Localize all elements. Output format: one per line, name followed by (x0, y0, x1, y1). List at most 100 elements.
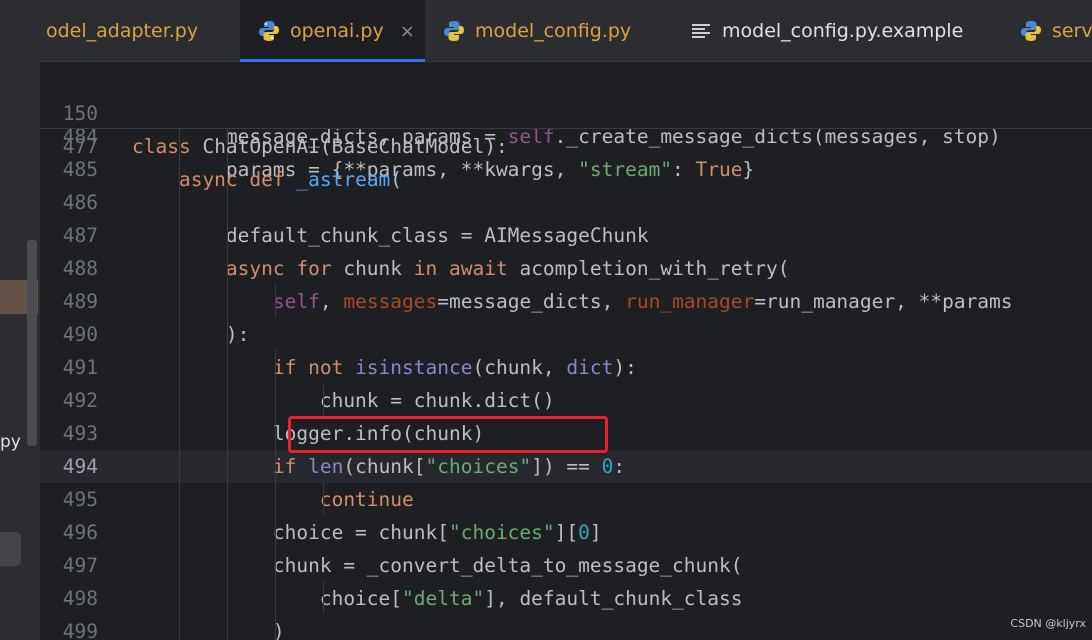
editor-tab-bar: odel_adapter.py openai.py × model_config… (40, 0, 1092, 62)
code-token: isinstance (355, 356, 473, 379)
code-token: ): (132, 323, 250, 346)
code-token: (chunk, (472, 356, 567, 379)
line-number: 497 (62, 554, 98, 577)
code-token: : (613, 455, 626, 478)
line-number: 477 (62, 135, 98, 158)
code-text: default_chunk_class = AIMessageChunk (132, 219, 649, 252)
code-token: messages (343, 290, 438, 313)
line-number: 490 (62, 323, 98, 346)
code-token: "delta" (402, 587, 485, 610)
code-text: async def _astream( (132, 163, 402, 196)
code-token: async for (132, 257, 344, 280)
code-text: if not isinstance(chunk, dict): (132, 351, 637, 384)
indent-guide (179, 129, 180, 640)
python-icon (259, 21, 279, 41)
tab-label: model_config.py.example (722, 20, 964, 42)
code-token: =message_dicts, (437, 290, 626, 313)
code-text: ): (132, 318, 250, 351)
code-token: ( (390, 168, 403, 191)
project-panel-button[interactable] (0, 532, 21, 566)
code-line[interactable]: 487 default_chunk_class = AIMessageChunk (40, 219, 1092, 252)
code-token: ChatOpenAI(BaseChatModel): (202, 135, 508, 158)
code-text: ) (132, 615, 285, 640)
sticky-scroll-header[interactable]: 150 class ChatOpenAI(BaseChatModel): 477… (40, 63, 1092, 191)
code-line[interactable]: 489 self, messages=message_dicts, run_ma… (40, 285, 1092, 318)
indent-guide (323, 383, 324, 416)
code-text: chunk = _convert_delta_to_message_chunk( (132, 549, 743, 582)
code-line[interactable]: 495 continue (40, 483, 1092, 516)
indent-guide (275, 350, 276, 640)
project-scrollbar[interactable] (27, 240, 37, 446)
code-text: if len(chunk["choices"]) == 0: (132, 450, 625, 483)
code-editor[interactable]: 150 class ChatOpenAI(BaseChatModel): 477… (40, 63, 1092, 640)
code-token: : (672, 158, 696, 181)
close-icon[interactable]: × (400, 21, 415, 42)
code-line[interactable]: 497 chunk = _convert_delta_to_message_ch… (40, 549, 1092, 582)
code-token: choice[ (132, 587, 403, 610)
line-number: 488 (62, 257, 98, 280)
sticky-line[interactable]: 477 async def _astream( (40, 97, 1092, 191)
code-line[interactable]: 492 chunk = chunk.dict() (40, 384, 1092, 417)
code-token: len (308, 455, 344, 478)
tab-model-adapter[interactable]: odel_adapter.py (46, 0, 198, 62)
code-token: 0 (601, 455, 614, 478)
code-token: (chunk[ (343, 455, 426, 478)
code-line[interactable]: 491 if not isinstance(chunk, dict): (40, 351, 1092, 384)
line-number: 494 (62, 455, 98, 478)
project-file-label[interactable]: py (0, 432, 21, 452)
code-token: default_chunk_class = AIMessageChunk (132, 224, 649, 247)
code-token: ): (613, 356, 637, 379)
line-number: 489 (62, 290, 98, 313)
watermark: CSDN @kljyrx (1010, 617, 1086, 630)
code-token: ] (589, 521, 602, 544)
tab-model-config-example[interactable]: model_config.py.example (692, 0, 963, 62)
line-number: 496 (62, 521, 98, 544)
code-token: 0 (578, 521, 590, 544)
code-line-current[interactable]: 494 if len(chunk["choices"]) == 0: (40, 450, 1092, 483)
code-token: chunk (343, 257, 414, 280)
code-text: continue (132, 483, 414, 516)
python-icon (1021, 21, 1041, 41)
line-number: 499 (62, 620, 98, 640)
line-number: 495 (62, 488, 98, 511)
code-text: self, messages=message_dicts, run_manage… (132, 285, 1013, 318)
indent-guide (275, 284, 276, 317)
tab-label: model_config.py (475, 20, 632, 42)
tab-openai[interactable]: openai.py × (240, 0, 425, 62)
code-line[interactable]: 496 choice = chunk["choices"][0] (40, 516, 1092, 549)
code-token: chunk = _convert_delta_to_message_chunk( (132, 554, 743, 577)
code-token: acompletion_with_retry( (519, 257, 790, 280)
code-token: class (132, 135, 203, 158)
code-line[interactable]: 488 async for chunk in await acompletion… (40, 252, 1092, 285)
indent-guide (323, 482, 324, 515)
code-line[interactable]: 490 ): (40, 318, 1092, 351)
code-token: True (695, 158, 743, 181)
sticky-line[interactable]: 150 class ChatOpenAI(BaseChatModel): (40, 64, 1092, 158)
code-token: self (272, 290, 320, 313)
python-icon (444, 21, 464, 41)
indent-guide (323, 581, 324, 614)
code-token: chunk = chunk.dict() (132, 389, 555, 412)
tab-model-config[interactable]: model_config.py (443, 0, 631, 62)
code-token: ], default_chunk_class (484, 587, 743, 610)
line-number: 493 (62, 422, 98, 445)
code-text: choice = chunk["choices"][0] (132, 516, 602, 549)
indent-guide (227, 129, 228, 640)
code-token: run_manager (625, 290, 755, 313)
tab-serve[interactable]: serve (1020, 0, 1092, 62)
line-number: 498 (62, 587, 98, 610)
code-token: if not (132, 356, 356, 379)
line-number: 491 (62, 356, 98, 379)
code-line[interactable]: 498 choice["delta"], default_chunk_class (40, 582, 1092, 615)
code-text: async for chunk in await acompletion_wit… (132, 252, 790, 285)
annotation-highlight-box (288, 416, 608, 453)
code-line[interactable]: 499 ) (40, 615, 1092, 640)
code-token: =run_manager, **params (754, 290, 1013, 313)
project-panel: py (0, 0, 40, 640)
code-text: class ChatOpenAI(BaseChatModel): (132, 130, 508, 163)
tab-label: serve (1052, 20, 1092, 42)
text-file-icon (692, 24, 710, 38)
code-token: "choices" (425, 455, 532, 478)
code-token: async def (132, 168, 297, 191)
